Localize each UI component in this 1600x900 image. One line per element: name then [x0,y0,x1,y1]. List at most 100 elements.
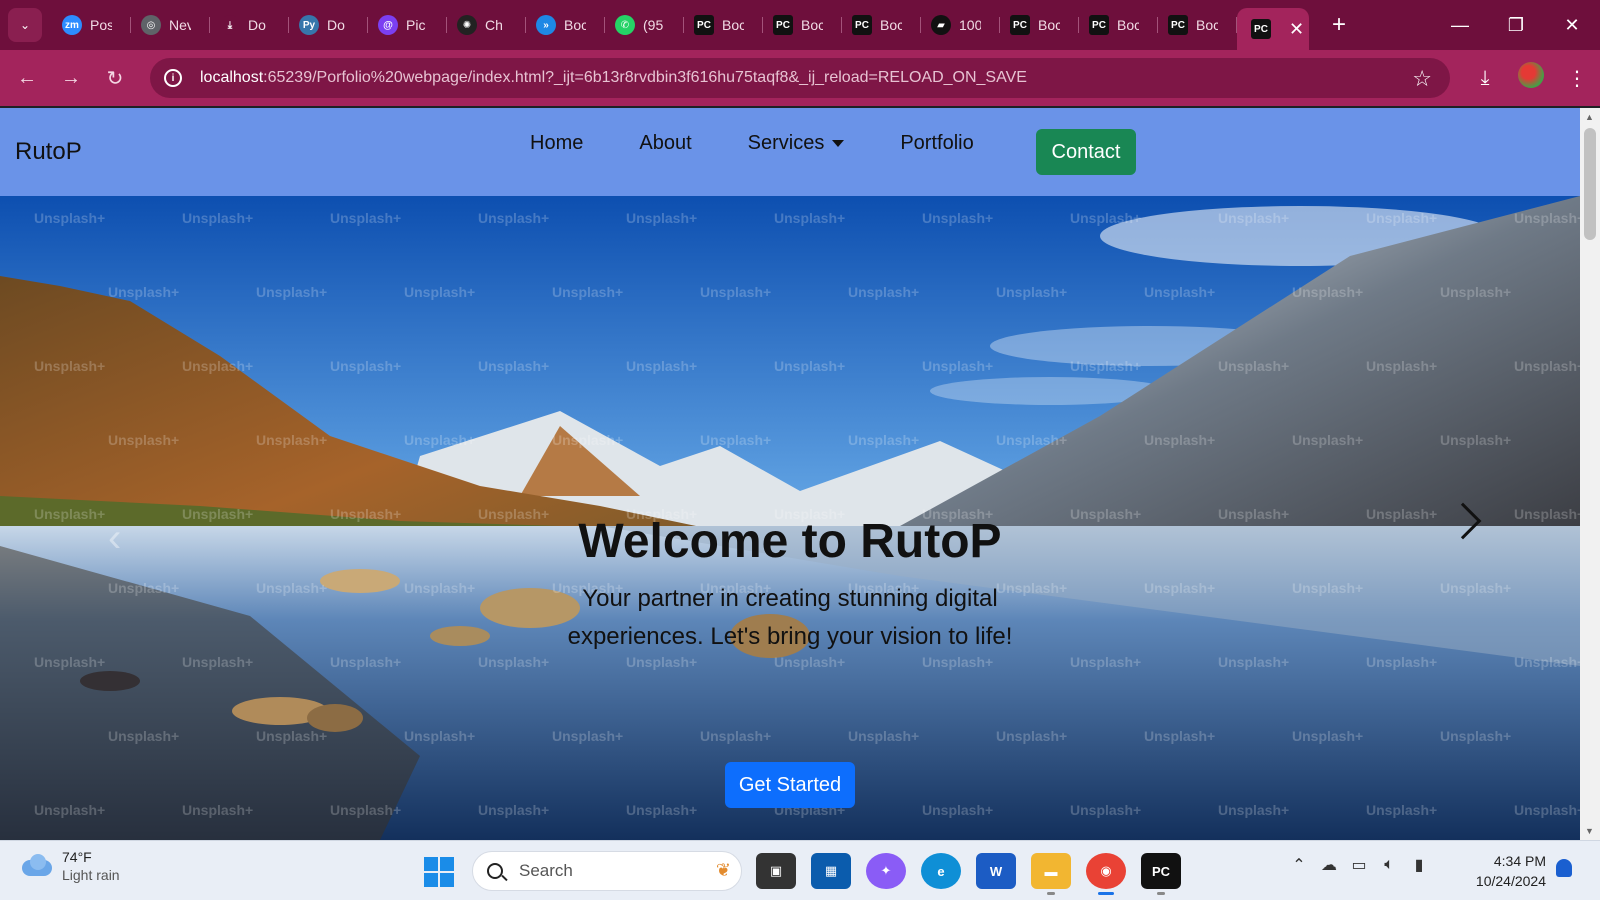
scroll-thumb[interactable] [1584,128,1596,240]
browser-tab[interactable]: PC Boc [842,7,921,43]
hero-title: Welcome to RutoP [578,515,1002,568]
unsplash-watermark: Unsplash+ [626,210,698,226]
browser-tab[interactable]: PC Boc [763,7,842,43]
tab-title: Boc [1196,17,1218,33]
bookmark-star-icon[interactable]: ☆ [1412,66,1432,92]
file-explorer-icon[interactable]: ▬ [1031,853,1071,895]
windows-start-icon[interactable] [424,857,454,887]
browser-tab[interactable]: ✆ (95 [605,7,684,43]
tray-chevron-up-icon[interactable]: ⌃ [1284,855,1314,875]
edge-icon[interactable]: e [921,853,961,889]
tab-strip: zm Pos ◎ Nev ⤓ Do Py Do @ Pic ✺ Ch » Boc ✆ (95 PC Boc PC Bo… [52,7,1237,43]
profile-avatar[interactable] [1508,62,1554,94]
browser-tab[interactable]: PC Boc [1000,7,1079,43]
browser-tab[interactable]: ◎ Nev [131,7,210,43]
unsplash-watermark: Unsplash+ [182,358,254,374]
tab-close-icon[interactable]: ✕ [1289,19,1304,40]
unsplash-watermark: Unsplash+ [1070,802,1142,818]
browser-tab[interactable]: zm Pos [52,7,131,43]
browser-tab[interactable]: PC Boc [1079,7,1158,43]
download-icon[interactable]: ⤓ [1462,67,1508,90]
unsplash-watermark: Unsplash+ [1514,654,1580,670]
get-started-button[interactable]: Get Started [725,762,855,808]
reload-icon[interactable]: ↻ [93,66,137,91]
volume-icon[interactable]: 🔈︎ [1374,856,1404,874]
store-icon[interactable]: ▦ [811,853,851,889]
browser-tab[interactable]: @ Pic [368,7,447,43]
forward-icon[interactable]: → [49,67,93,90]
new-tab-button[interactable]: + [1327,11,1351,39]
menu-kebab-icon[interactable]: ⋮ [1554,66,1600,91]
network-icon[interactable]: ▭ [1344,855,1374,875]
unsplash-watermark: Unsplash+ [108,432,180,448]
tab-search-chevron-icon[interactable]: ⌄ [8,8,42,42]
browser-tab[interactable]: PC Boc [1158,7,1237,43]
nav-home[interactable]: Home [530,132,583,155]
contact-button[interactable]: Contact [1036,129,1136,175]
unsplash-watermark: Unsplash+ [1366,210,1438,226]
browser-tab[interactable]: Py Do [289,7,368,43]
back-icon[interactable]: ← [5,67,49,90]
browser-tab[interactable]: PC Boc [684,7,763,43]
chrome-icon[interactable]: ◉ [1086,853,1126,895]
weather-widget[interactable]: 74°F Light rain [20,849,120,883]
unsplash-watermark: Unsplash+ [922,358,994,374]
minimize-icon[interactable]: — [1432,15,1488,36]
unsplash-watermark: Unsplash+ [1292,728,1364,744]
browser-tab[interactable]: ✺ Ch [447,7,526,43]
tab-title: Boc [1038,17,1060,33]
address-bar[interactable]: i localhost:65239/Porfolio%20webpage/ind… [150,58,1450,98]
scroll-up-icon[interactable]: ▲ [1585,112,1594,122]
unsplash-watermark: Unsplash+ [1218,358,1290,374]
clock-time: 4:34 PM [1493,853,1546,869]
pycharm-icon[interactable]: PC [1141,853,1181,895]
unsplash-watermark: Unsplash+ [626,802,698,818]
word-icon[interactable]: W [976,853,1016,889]
nav-services-dropdown[interactable]: Services [748,132,845,155]
page-scrollbar[interactable]: ▲ ▼ [1580,108,1600,840]
unsplash-watermark: Unsplash+ [848,728,920,744]
taskbar-search[interactable]: Search ❦ [472,851,742,891]
restore-icon[interactable]: ❐ [1488,15,1544,36]
unsplash-watermark: Unsplash+ [922,210,994,226]
unsplash-watermark: Unsplash+ [330,654,402,670]
hero-carousel: Unsplash+ Unsplash+ Unsplash+ Unsplash+ Unsp… [0,196,1580,840]
unsplash-watermark: Unsplash+ [182,654,254,670]
unsplash-watermark: Unsplash+ [626,358,698,374]
scroll-down-icon[interactable]: ▼ [1585,826,1594,836]
pycharm-icon: PC [1168,15,1188,35]
tab-title: Boc [880,17,902,33]
close-window-icon[interactable]: ✕ [1544,15,1600,36]
nav-links: Home About Services Portfolio [530,132,1030,155]
notification-bell-icon[interactable] [1556,859,1572,877]
browser-tab[interactable]: ▰ 100 [921,7,1000,43]
site-brand[interactable]: RutoP [15,138,82,166]
nav-about[interactable]: About [639,132,691,155]
unsplash-watermark: Unsplash+ [774,210,846,226]
caret-down-icon [832,140,845,148]
battery-icon[interactable]: ▮ [1404,855,1434,875]
unsplash-watermark: Unsplash+ [774,358,846,374]
window-controls: — ❐ ✕ [1432,0,1600,50]
tab-title: Boc [801,17,823,33]
copilot-icon[interactable]: ✦ [866,853,906,889]
unsplash-watermark: Unsplash+ [182,802,254,818]
nav-services-label: Services [747,132,825,154]
unsplash-watermark: Unsplash+ [1218,802,1290,818]
url-text[interactable]: localhost:65239/Porfolio%20webpage/index… [200,69,1027,87]
system-clock[interactable]: 4:34 PM 10/24/2024 [1466,851,1546,891]
tab-title: Nev [169,17,191,33]
browser-tab[interactable]: ⤓ Do [210,7,289,43]
browser-tab[interactable]: » Boc [526,7,605,43]
unsplash-watermark: Unsplash+ [996,432,1068,448]
url-host: localhost [200,69,264,86]
site-info-icon[interactable]: i [164,69,182,87]
nav-portfolio[interactable]: Portfolio [900,132,973,155]
onedrive-offline-icon[interactable]: ☁ [1314,855,1344,875]
unsplash-watermark: Unsplash+ [330,210,402,226]
tab-active[interactable]: PC ✕ [1237,8,1309,50]
cloud-rain-icon [20,854,54,878]
unsplash-watermark: Unsplash+ [1070,358,1142,374]
unsplash-watermark: Unsplash+ [478,802,550,818]
task-view-icon[interactable]: ▣ [756,853,796,889]
